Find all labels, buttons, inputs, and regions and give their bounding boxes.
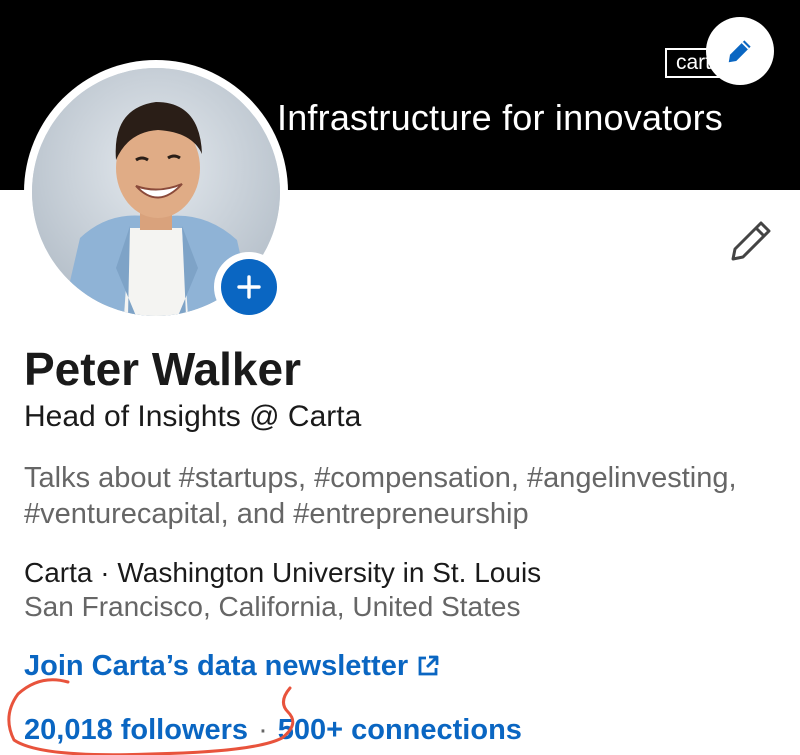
edit-intro-button[interactable] [728,218,774,264]
banner-tagline: Infrastructure for innovators [277,97,723,138]
newsletter-link[interactable]: Join Carta’s data newsletter [24,648,440,684]
add-photo-circle [221,259,277,315]
profile-location: San Francisco, California, United States [24,591,521,622]
talks-about: Talks about #startups, #compensation, #a… [24,462,737,530]
newsletter-link-label[interactable]: Join Carta’s data newsletter [24,648,408,684]
stats-separator: · [258,714,268,746]
company-education-line[interactable]: Carta · Washington University in St. Lou… [24,556,541,590]
profile-name: Peter Walker [24,343,301,395]
plus-icon [237,275,261,299]
edit-banner-button[interactable] [706,17,774,85]
pencil-icon [728,40,751,63]
followers-link[interactable]: 20,018 followers [24,714,248,746]
add-photo-button[interactable] [214,252,284,322]
network-stats: 20,018 followers · 500+ connections [24,712,522,748]
pencil-outline-icon [731,221,771,261]
external-link-icon [418,655,439,676]
profile-headline: Head of Insights @ Carta [24,400,362,433]
connections-link[interactable]: 500+ connections [278,714,522,746]
